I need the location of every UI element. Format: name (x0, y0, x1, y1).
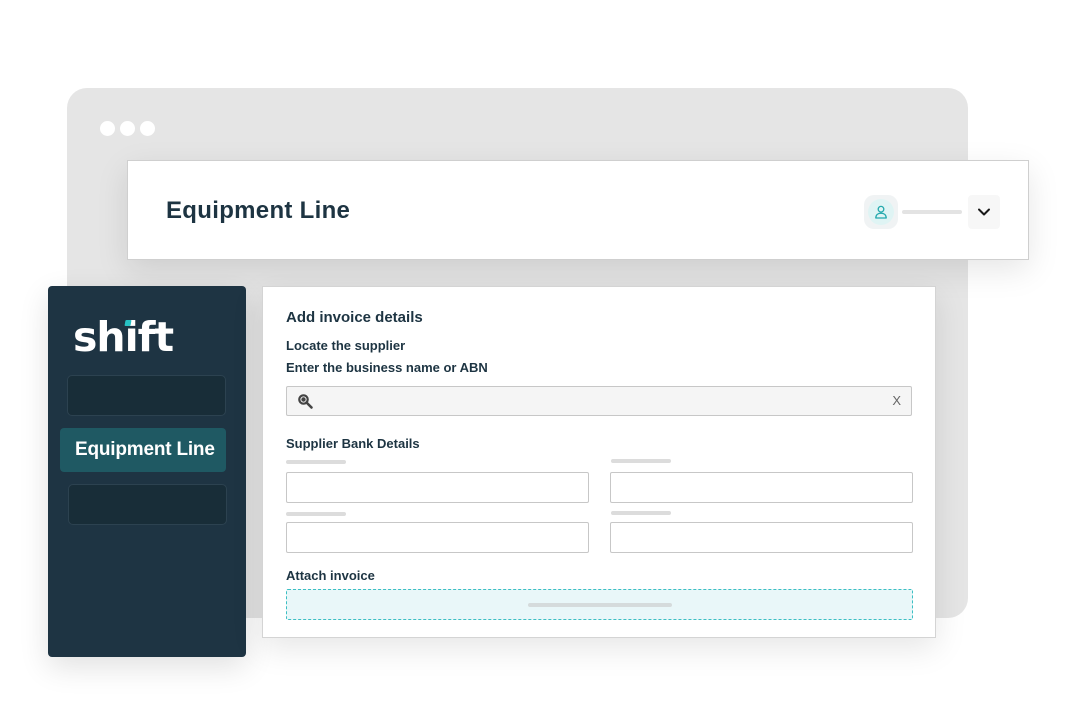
attach-invoice-label: Attach invoice (286, 568, 375, 583)
form-title: Add invoice details (286, 309, 423, 326)
sidebar-item[interactable] (68, 484, 227, 525)
sidebar-item-equipment-line[interactable]: Equipment Line (60, 428, 226, 472)
supplier-label: Locate the supplier (286, 338, 406, 353)
user-menu-toggle[interactable] (968, 195, 1000, 229)
window-dot[interactable] (140, 121, 155, 136)
bank-detail-field[interactable] (286, 472, 589, 503)
bank-detail-field[interactable] (610, 522, 913, 553)
field-label-placeholder (611, 511, 671, 515)
invoice-dropzone[interactable] (286, 589, 913, 620)
supplier-hint: Enter the business name or ABN (286, 360, 488, 375)
window-controls (100, 121, 155, 136)
user-icon (875, 205, 887, 219)
clear-search-button[interactable]: X (892, 393, 901, 408)
search-icon (298, 394, 313, 409)
supplier-search-field[interactable]: X (286, 386, 912, 416)
sidebar-item[interactable] (67, 375, 226, 416)
dropzone-text-placeholder (528, 603, 672, 607)
page-title: Equipment Line (166, 197, 351, 224)
bank-detail-field[interactable] (610, 472, 913, 503)
field-label-placeholder (611, 459, 671, 463)
invoice-form: Add invoice details Locate the supplier … (262, 286, 936, 638)
stage: Equipment Line shift Equipment Line Add … (0, 0, 1080, 720)
bank-details-label: Supplier Bank Details (286, 436, 420, 451)
field-label-placeholder (286, 460, 346, 464)
user-menu[interactable] (864, 195, 1000, 229)
logo-accent (124, 320, 132, 326)
field-label-placeholder (286, 512, 346, 516)
chevron-down-icon (978, 208, 990, 216)
user-name-placeholder (902, 210, 962, 214)
window-dot[interactable] (100, 121, 115, 136)
bank-detail-field[interactable] (286, 522, 589, 553)
supplier-search-input[interactable] (321, 390, 881, 412)
logo: shift (73, 313, 174, 361)
window-dot[interactable] (120, 121, 135, 136)
avatar[interactable] (864, 195, 898, 229)
header-bar: Equipment Line (127, 160, 1029, 260)
sidebar: shift Equipment Line (48, 286, 246, 657)
